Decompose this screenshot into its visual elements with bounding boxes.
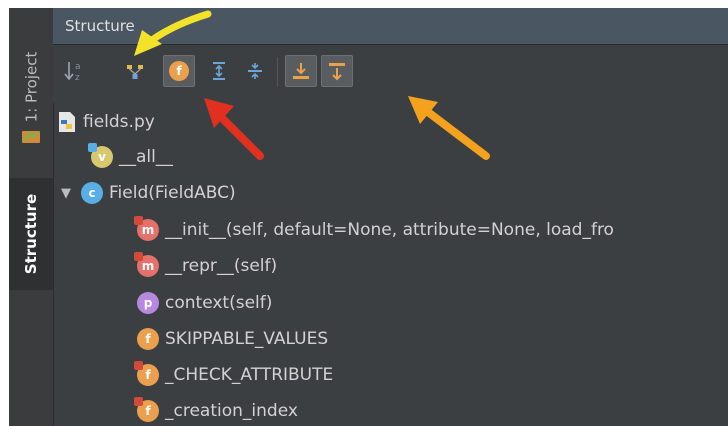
tree-row-creation-index[interactable]: f _creation_index (134, 395, 298, 426)
hierarchy-icon (127, 65, 143, 79)
item-label: _creation_index (165, 401, 298, 421)
tree-row-repr[interactable]: m __repr__(self) (134, 250, 278, 282)
toolbar-separator (277, 57, 278, 87)
item-label: Field(FieldABC) (109, 183, 236, 203)
field-icon: f (137, 328, 159, 350)
show-fields-button[interactable]: f (163, 55, 195, 87)
file-name: fields.py (83, 112, 155, 132)
structure-panel: Structure a z f fields.py v __all__ ▼ c … (53, 8, 728, 426)
item-label: SKIPPABLE_VALUES (165, 329, 329, 349)
expand-all-icon (213, 62, 225, 80)
tab-structure[interactable]: Structure (9, 178, 53, 290)
item-label: __init__(self, default=None, attribute=N… (165, 220, 614, 240)
method-icon: m (134, 252, 159, 277)
show-inherited-button[interactable] (119, 55, 151, 87)
tab-project[interactable]: 1: Project (9, 12, 53, 162)
collapse-all-icon (248, 63, 262, 79)
field-icon: f (134, 361, 159, 386)
field-f-icon: f (169, 61, 189, 81)
scroll-to-source-icon (293, 63, 309, 79)
structure-tree: fields.py v __all__ ▼ c Field(FieldABC) … (53, 103, 728, 426)
expand-toggle-icon[interactable]: ▼ (61, 186, 71, 201)
autoscroll-from-source-button[interactable] (321, 55, 353, 87)
scroll-from-source-icon (329, 63, 345, 81)
field-icon: f (134, 397, 159, 422)
ide-window: 1: Project Structure Structure a z f fie… (9, 8, 728, 426)
tree-row-context[interactable]: p context(self) (137, 287, 272, 319)
item-label: __repr__(self) (165, 256, 278, 276)
tool-window-strip: 1: Project Structure (9, 8, 54, 426)
item-label: context(self) (165, 293, 273, 313)
structure-toolbar: a z f (53, 45, 728, 103)
tree-row-init[interactable]: m __init__(self, default=None, attribute… (134, 214, 614, 246)
sort-az-icon: a z (64, 62, 81, 83)
item-label: _CHECK_ATTRIBUTE (165, 365, 334, 385)
property-icon: p (137, 292, 159, 314)
tree-row-check-attribute[interactable]: f _CHECK_ATTRIBUTE (134, 359, 334, 391)
python-file-icon (59, 112, 75, 132)
tree-row-file[interactable]: fields.py (57, 106, 155, 138)
tree-row-class[interactable]: ▼ c Field(FieldABC) (61, 177, 236, 209)
variable-icon: v (88, 143, 113, 168)
panel-header: Structure (53, 8, 728, 45)
expand-all-button[interactable] (203, 55, 235, 87)
svg-text:z: z (75, 73, 80, 83)
svg-text:a: a (75, 62, 81, 72)
tab-project-label: 1: Project (22, 51, 40, 123)
autoscroll-to-source-button[interactable] (285, 55, 317, 87)
tree-row-skippable[interactable]: f SKIPPABLE_VALUES (137, 323, 328, 355)
sort-alphabetically-button[interactable]: a z (59, 55, 91, 87)
tree-row-all[interactable]: v __all__ (88, 141, 173, 173)
panel-title: Structure (65, 17, 135, 35)
project-icon (22, 131, 40, 143)
tab-structure-label: Structure (22, 193, 40, 275)
collapse-all-button[interactable] (239, 55, 271, 87)
item-label: __all__ (119, 147, 173, 167)
class-icon: c (81, 182, 103, 204)
method-icon: m (134, 216, 159, 241)
